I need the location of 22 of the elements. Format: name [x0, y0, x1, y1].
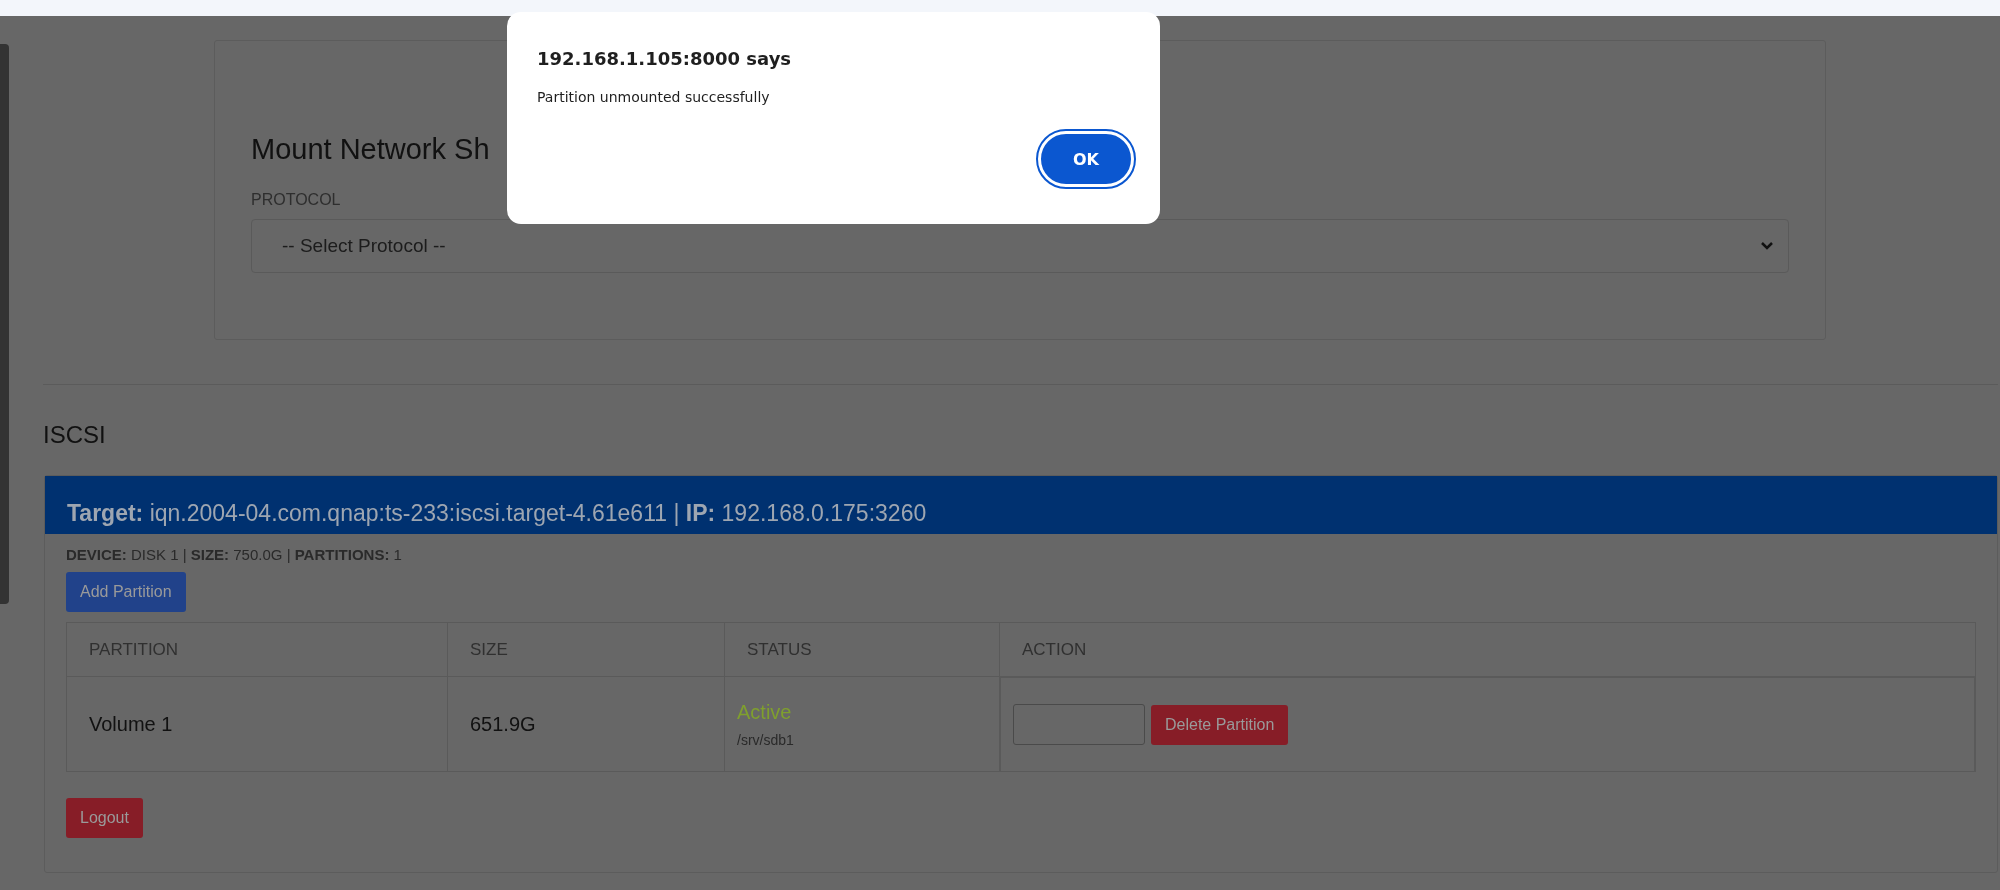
column-header: ACTION [999, 622, 1976, 677]
chevron-down-icon [1760, 241, 1774, 251]
dialog-message: Partition unmounted successfully [537, 89, 771, 105]
section-heading: ISCSI [43, 420, 107, 450]
column-header: STATUS [724, 622, 1000, 677]
table-cell: 651.9G [447, 676, 725, 772]
add-partition-button[interactable]: Add Partition [66, 572, 186, 612]
dialog-title: 192.168.1.105:8000 says [537, 48, 793, 69]
input-field[interactable] [1013, 704, 1145, 745]
column-header: SIZE [447, 622, 725, 677]
target-header: Target: iqn.2004-04.com.qnap:ts-233:iscsi.target-4.61e611 | IP: 192.168.0.175:3260 [45, 476, 1997, 534]
ok-button[interactable]: OK [1038, 131, 1134, 187]
table-cell: Volume 1 [66, 676, 448, 772]
field-label: PROTOCOL [251, 191, 342, 209]
device-info: DEVICE: DISK 1 | SIZE: 750.0G | PARTITIONS: 1 [66, 546, 403, 563]
logout-button[interactable]: Logout [66, 798, 143, 838]
column-header: PARTITION [66, 622, 448, 677]
status-label: Active [737, 700, 793, 724]
scrollbar[interactable] [0, 44, 9, 604]
mount-path: /srv/sdb1 [737, 731, 795, 748]
card-title: Mount Network Sh [251, 132, 490, 167]
delete-partition-button[interactable]: Delete Partition [1151, 704, 1289, 745]
